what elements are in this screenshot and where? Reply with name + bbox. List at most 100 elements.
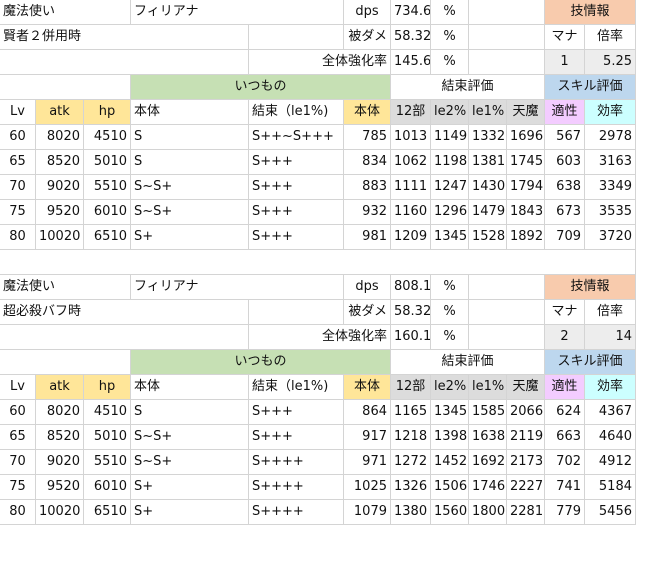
column-header: 12部 — [391, 100, 431, 125]
stat-unit: % — [431, 300, 469, 325]
empty-cell — [0, 75, 131, 100]
table-cell: 673 — [545, 200, 585, 225]
table-cell: 2978 — [585, 125, 636, 150]
table-cell: S+ — [131, 225, 249, 250]
column-header: 本体 — [131, 100, 249, 125]
table-cell: 60 — [0, 400, 36, 425]
multiplier-label: 倍率 — [585, 25, 636, 50]
table-cell: 9520 — [36, 475, 84, 500]
stat-unit: % — [431, 25, 469, 50]
empty-cell — [0, 350, 131, 375]
table-cell: 1218 — [391, 425, 431, 450]
table-cell: S~S+ — [131, 200, 249, 225]
empty-cell — [469, 0, 545, 25]
empty-cell — [0, 50, 249, 75]
table-cell: 1272 — [391, 450, 431, 475]
table-cell: 932 — [344, 200, 391, 225]
character-name: フィリアナ — [131, 0, 344, 25]
column-header: 効率 — [585, 100, 636, 125]
table-cell: 6010 — [84, 475, 131, 500]
table-cell: S — [131, 400, 249, 425]
table-cell: 779 — [545, 500, 585, 525]
condition-label: 賢者２併用時 — [0, 25, 249, 50]
stat-label-dps: dps — [344, 0, 391, 25]
table-cell: 741 — [545, 475, 585, 500]
column-header: 結束（le1%) — [249, 375, 344, 400]
empty-cell — [249, 300, 344, 325]
stat-value-damage-taken: 58.32 — [391, 25, 431, 50]
stat-label-team-buff: 全体強化率 — [249, 325, 391, 350]
table-cell: 1198 — [431, 150, 469, 175]
table-cell: 4640 — [585, 425, 636, 450]
table-cell: 1380 — [391, 500, 431, 525]
table-cell: 971 — [344, 450, 391, 475]
empty-cell — [0, 325, 249, 350]
column-header: 天魔 — [507, 100, 545, 125]
table-cell: 1160 — [391, 200, 431, 225]
table-cell: 1746 — [469, 475, 507, 500]
table-cell: 8520 — [36, 425, 84, 450]
table-cell: 65 — [0, 150, 36, 175]
table-cell: 1149 — [431, 125, 469, 150]
table-cell: 1794 — [507, 175, 545, 200]
column-header: le1% — [469, 375, 507, 400]
table-cell: 3163 — [585, 150, 636, 175]
table-cell: 70 — [0, 175, 36, 200]
stat-label-damage-taken: 被ダメ — [344, 25, 391, 50]
table-cell: 1062 — [391, 150, 431, 175]
table-cell: 981 — [344, 225, 391, 250]
mana-value: 1 — [545, 50, 585, 75]
column-header: Lv — [0, 375, 36, 400]
table-cell: 8020 — [36, 400, 84, 425]
multiplier-value: 14 — [585, 325, 636, 350]
table-cell: 663 — [545, 425, 585, 450]
table-cell: 10020 — [36, 500, 84, 525]
table-cell: 70 — [0, 450, 36, 475]
table-cell: 3720 — [585, 225, 636, 250]
table-cell: 9520 — [36, 200, 84, 225]
stat-unit: % — [431, 275, 469, 300]
column-header: le2% — [431, 375, 469, 400]
table-cell: 1025 — [344, 475, 391, 500]
table-cell: 638 — [545, 175, 585, 200]
table-cell: 1209 — [391, 225, 431, 250]
table-cell: 1345 — [431, 400, 469, 425]
table-cell: 883 — [344, 175, 391, 200]
table-cell: 1479 — [469, 200, 507, 225]
table-cell: S~S+ — [131, 425, 249, 450]
table-cell: 2066 — [507, 400, 545, 425]
table-cell: 4367 — [585, 400, 636, 425]
role-label: 魔法使い — [0, 275, 131, 300]
table-cell: 1111 — [391, 175, 431, 200]
group-header-kessoku: 結束評価 — [391, 350, 545, 375]
table-cell: 2281 — [507, 500, 545, 525]
table-cell: 1296 — [431, 200, 469, 225]
table-cell: 1345 — [431, 225, 469, 250]
table-cell: 80 — [0, 500, 36, 525]
stat-unit: % — [431, 50, 469, 75]
stat-value-dps: 734.6 — [391, 0, 431, 25]
column-header: 天魔 — [507, 375, 545, 400]
table-cell: S+ — [131, 500, 249, 525]
column-header: 本体 — [344, 375, 391, 400]
table-cell: S++++ — [249, 450, 344, 475]
skill-info-title: 技情報 — [545, 275, 636, 300]
table-cell: 75 — [0, 475, 36, 500]
multiplier-value: 5.25 — [585, 50, 636, 75]
table-cell: 1165 — [391, 400, 431, 425]
table-cell: 1692 — [469, 450, 507, 475]
stat-value-dps: 808.1 — [391, 275, 431, 300]
table-cell: 9020 — [36, 175, 84, 200]
column-header: le1% — [469, 100, 507, 125]
table-cell: 4510 — [84, 125, 131, 150]
column-header: 適性 — [545, 100, 585, 125]
empty-cell — [469, 275, 545, 300]
stat-value-team-buff: 145.6 — [391, 50, 431, 75]
table-cell: 5184 — [585, 475, 636, 500]
table-cell: 1247 — [431, 175, 469, 200]
table-cell: 1800 — [469, 500, 507, 525]
table-cell: S~S+ — [131, 175, 249, 200]
condition-label: 超必殺バフ時 — [0, 300, 249, 325]
column-header: 本体 — [131, 375, 249, 400]
table-cell: S — [131, 150, 249, 175]
